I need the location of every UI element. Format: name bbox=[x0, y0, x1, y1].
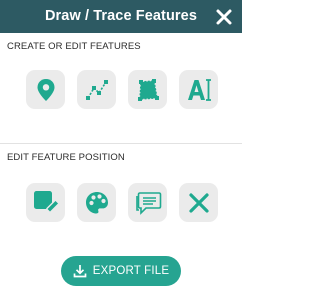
export-file-button[interactable]: EXPORT FILE bbox=[61, 256, 181, 286]
draw-point-button[interactable] bbox=[26, 70, 65, 109]
polyline-icon bbox=[85, 79, 108, 100]
delete-feature-button[interactable] bbox=[179, 183, 218, 222]
close-button[interactable] bbox=[214, 7, 234, 27]
panel-title: Draw / Trace Features bbox=[44, 8, 197, 24]
section-divider bbox=[0, 143, 242, 144]
label-button[interactable] bbox=[128, 183, 167, 222]
download-icon bbox=[73, 265, 87, 278]
edit-shape-button[interactable] bbox=[26, 183, 65, 222]
draw-trace-panel: Draw / Trace Features CREATE OR EDIT FEA… bbox=[0, 0, 242, 290]
text-cursor-icon bbox=[187, 78, 211, 101]
export-file-label: EXPORT FILE bbox=[92, 265, 170, 277]
polygon-icon bbox=[137, 78, 159, 101]
panel-header: Draw / Trace Features bbox=[0, 0, 242, 33]
comment-icon bbox=[135, 191, 161, 215]
palette-icon bbox=[85, 191, 108, 213]
map-pin-icon bbox=[37, 78, 54, 101]
style-button[interactable] bbox=[77, 183, 116, 222]
x-icon bbox=[188, 192, 209, 213]
draw-text-button[interactable] bbox=[179, 70, 218, 109]
create-tools-row bbox=[26, 70, 218, 109]
edit-tools-row bbox=[26, 183, 218, 222]
draw-line-button[interactable] bbox=[77, 70, 116, 109]
close-icon bbox=[216, 9, 232, 25]
edit-section-label: EDIT FEATURE POSITION bbox=[7, 152, 125, 163]
square-pencil-icon bbox=[33, 190, 60, 215]
draw-polygon-button[interactable] bbox=[128, 70, 167, 109]
create-section-label: CREATE OR EDIT FEATURES bbox=[7, 41, 141, 52]
